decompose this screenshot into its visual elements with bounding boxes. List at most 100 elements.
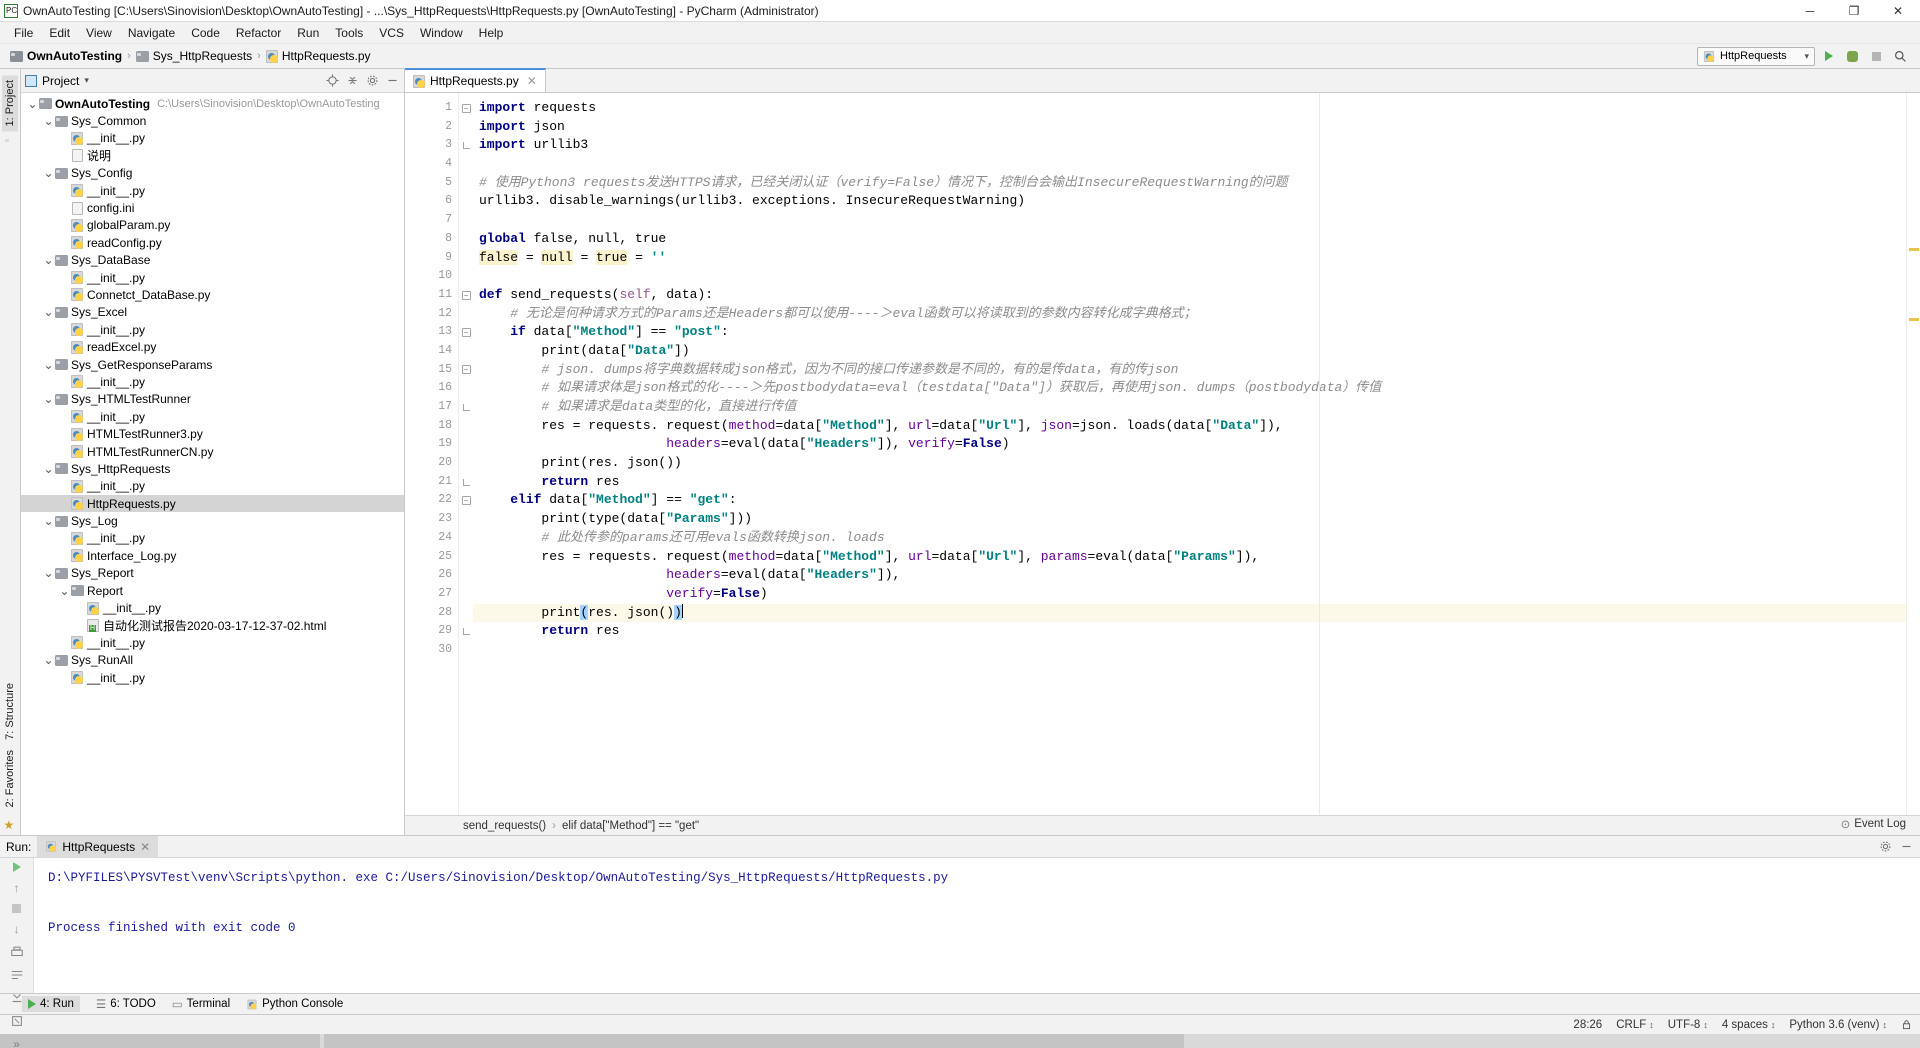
chevron-down-icon[interactable]: ⌄ — [43, 653, 54, 667]
tree-folder[interactable]: ⌄ Sys_GetResponseParams — [21, 356, 404, 373]
maximize-button[interactable]: ❐ — [1832, 0, 1876, 22]
tree-file[interactable]: __init__.py — [21, 530, 404, 547]
code-line[interactable]: def send_requests(self, data): — [473, 286, 1906, 305]
breadcrumb-item-folder[interactable]: Sys_HttpRequests — [134, 49, 254, 63]
sidebar-tab-structure[interactable]: 7: Structure — [2, 678, 18, 745]
tree-file[interactable]: __init__.py — [21, 408, 404, 425]
code-line[interactable]: return res — [473, 622, 1906, 641]
fold-gutter[interactable]: − − − − − — [459, 93, 473, 815]
tree-file[interactable]: __init__.py — [21, 182, 404, 199]
breadcrumb-item-project[interactable]: OwnAutoTesting — [8, 49, 124, 63]
fold-end-icon[interactable] — [459, 136, 473, 155]
bottom-tab-todo[interactable]: ☰ 6: TODO — [96, 997, 156, 1011]
menu-item-help[interactable]: Help — [471, 24, 512, 42]
soft-wrap-icon[interactable] — [9, 968, 25, 982]
tree-folder[interactable]: ⌄ Sys_RunAll — [21, 652, 404, 669]
print-icon[interactable] — [9, 945, 25, 959]
event-log-button[interactable]: ⊙ Event Log — [1841, 817, 1906, 831]
fold-collapse-icon[interactable]: − — [459, 361, 473, 380]
code-line[interactable]: print(res. json()) — [473, 603, 1906, 623]
sidebar-tab-favorites[interactable]: 2: Favorites — [2, 745, 18, 812]
code-line[interactable]: global false, null, true — [473, 230, 1906, 249]
code-line[interactable]: return res — [473, 473, 1906, 492]
project-tree[interactable]: ⌄ OwnAutoTesting C:\Users\Sinovision\Deskt… — [21, 93, 404, 835]
locate-icon[interactable] — [325, 73, 340, 88]
tree-file[interactable]: config.ini — [21, 199, 404, 216]
breadcrumb-item-file[interactable]: HttpRequests.py — [264, 49, 373, 63]
code-line[interactable]: import urllib3 — [473, 136, 1906, 155]
hide-icon[interactable] — [1899, 839, 1914, 854]
code-line[interactable]: false = null = true = '' — [473, 249, 1906, 268]
fold-collapse-icon[interactable]: − — [459, 99, 473, 118]
menu-item-navigate[interactable]: Navigate — [120, 24, 183, 42]
menu-item-code[interactable]: Code — [183, 24, 228, 42]
menu-item-vcs[interactable]: VCS — [371, 24, 412, 42]
menu-item-refactor[interactable]: Refactor — [228, 24, 289, 42]
tree-file[interactable]: __init__.py — [21, 599, 404, 616]
tree-file[interactable]: __init__.py — [21, 634, 404, 651]
tree-folder[interactable]: ⌄ Report — [21, 582, 404, 599]
clear-all-icon[interactable] — [9, 1014, 25, 1028]
menu-item-file[interactable]: File — [6, 24, 41, 42]
close-button[interactable]: ✕ — [1876, 0, 1920, 22]
tree-file[interactable]: __init__.py — [21, 669, 404, 686]
run-icon[interactable] — [1821, 49, 1836, 64]
code-line[interactable]: import requests — [473, 99, 1906, 118]
gear-icon[interactable] — [365, 73, 380, 88]
code-content[interactable]: import requests import json import urllib3… — [473, 93, 1906, 815]
status-interpreter[interactable]: Python 3.6 (venv) ↕ — [1789, 1019, 1887, 1031]
fold-collapse-icon[interactable]: − — [459, 323, 473, 342]
tree-file[interactable]: __init__.py — [21, 373, 404, 390]
tree-file[interactable]: Connetct_DataBase.py — [21, 286, 404, 303]
hide-icon[interactable] — [385, 73, 400, 88]
code-line[interactable]: # 此处传参的params还可用evals函数转换json. loads — [473, 529, 1906, 548]
debug-icon[interactable] — [1845, 49, 1860, 64]
minimize-button[interactable]: ─ — [1788, 0, 1832, 22]
run-configuration-selector[interactable]: HttpRequests ▾ — [1697, 46, 1815, 66]
code-line[interactable]: headers=eval(data["Headers"]), verify=Fa… — [473, 435, 1906, 454]
fold-end-icon[interactable] — [459, 398, 473, 417]
tree-file[interactable]: 自动化测试报告2020-03-17-12-37-02.html — [21, 617, 404, 634]
tree-folder[interactable]: ⌄ Sys_HTMLTestRunner — [21, 391, 404, 408]
tree-file[interactable]: __init__.py — [21, 478, 404, 495]
code-editor[interactable]: 1 2 3 4 5 6 7 8 9 10 11 12 13 14 15 16 17 18 19 20 21 22 23 24 2… — [405, 93, 1906, 815]
chevron-down-icon[interactable]: ⌄ — [27, 97, 38, 111]
scroll-to-end-icon[interactable] — [9, 991, 25, 1005]
status-indent[interactable]: 4 spaces ↕ — [1722, 1019, 1776, 1031]
tree-folder[interactable]: ⌄ OwnAutoTesting C:\Users\Sinovision\Deskt… — [21, 95, 404, 112]
chevron-down-icon[interactable]: ⌄ — [43, 166, 54, 180]
chevron-down-icon[interactable]: ⌄ — [43, 305, 54, 319]
up-icon[interactable]: ↑ — [9, 881, 25, 895]
status-caret-position[interactable]: 28:26 — [1573, 1019, 1602, 1031]
editor-tab-httprequests[interactable]: HttpRequests.py ✕ — [405, 68, 546, 92]
chevron-down-icon[interactable]: ⌄ — [43, 566, 54, 580]
fold-end-icon[interactable] — [459, 473, 473, 492]
code-line[interactable]: print(res. json()) — [473, 454, 1906, 473]
code-line[interactable]: # 使用Python3 requests发送HTTPS请求，已经关闭认证（ver… — [473, 174, 1906, 193]
code-line[interactable]: # 如果请求是data类型的化，直接进行传值 — [473, 398, 1906, 417]
bottom-tab-run[interactable]: 4: Run — [22, 996, 80, 1012]
chevron-down-icon[interactable]: ⌄ — [43, 462, 54, 476]
tree-folder[interactable]: ⌄ Sys_HttpRequests — [21, 460, 404, 477]
gear-icon[interactable] — [1878, 839, 1893, 854]
run-tab-httprequests[interactable]: HttpRequests ✕ — [37, 835, 159, 858]
more-options-icon[interactable]: » — [9, 1037, 25, 1048]
code-line[interactable]: if data["Method"] == "post": — [473, 323, 1906, 342]
menu-item-window[interactable]: Window — [412, 24, 471, 42]
code-line[interactable]: print(type(data["Params"])) — [473, 510, 1906, 529]
editor-breadcrumb-item[interactable]: elif data["Method"] == "get" — [562, 820, 699, 832]
chevron-down-icon[interactable]: ⌄ — [43, 358, 54, 372]
close-icon[interactable]: ✕ — [527, 74, 537, 88]
close-icon[interactable]: ✕ — [140, 840, 150, 854]
fold-collapse-icon[interactable]: − — [459, 491, 473, 510]
stop-icon[interactable] — [1869, 49, 1884, 64]
tree-file[interactable]: HttpRequests.py — [21, 494, 404, 513]
tree-file[interactable]: __init__.py — [21, 130, 404, 147]
code-line[interactable]: headers=eval(data["Headers"]), — [473, 566, 1906, 585]
bottom-tab-terminal[interactable]: ▭ Terminal — [172, 997, 230, 1011]
menu-item-view[interactable]: View — [78, 24, 120, 42]
chevron-down-icon[interactable]: ▾ — [84, 75, 89, 86]
fold-collapse-icon[interactable]: − — [459, 286, 473, 305]
error-stripe[interactable] — [1906, 93, 1920, 815]
tree-folder[interactable]: ⌄ Sys_Common — [21, 112, 404, 129]
